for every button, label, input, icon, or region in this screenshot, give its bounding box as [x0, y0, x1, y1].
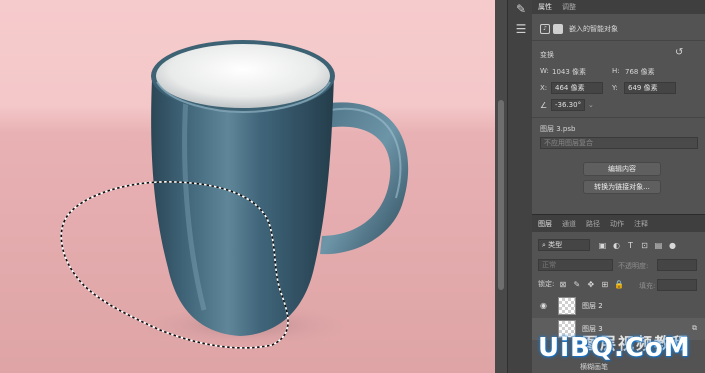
- properties-tabs: 属性 调整: [532, 0, 705, 14]
- mug-image: [60, 40, 409, 349]
- brush-icon[interactable]: ✎: [512, 0, 530, 18]
- type-filter-icon[interactable]: T: [626, 241, 635, 250]
- properties-panel: 属性 调整 ♪ 嵌入的智能对象 变换 ↺ W: 1043 像素 H: 768 像…: [532, 0, 705, 212]
- filter-kind-select[interactable]: ⌕ 类型: [538, 239, 590, 251]
- tab-channels[interactable]: 通道: [562, 219, 576, 229]
- layers-tabs: 图层 通道 路径 动作 注释: [532, 215, 705, 232]
- smart-filter-icon[interactable]: ▤: [654, 241, 663, 250]
- lock-artboard-icon[interactable]: ⊞: [600, 280, 609, 289]
- transform-title: 变换: [540, 51, 554, 59]
- panel-tool-column: ✎ ☰: [507, 0, 532, 373]
- fill-label: 填充:: [639, 282, 656, 290]
- width-value[interactable]: 1043 像素: [552, 67, 586, 77]
- tab-properties[interactable]: 属性: [538, 2, 552, 12]
- y-label: Y:: [612, 84, 618, 92]
- width-label: W:: [540, 67, 549, 75]
- layer-comp-select[interactable]: 不应用图层复合: [540, 137, 698, 149]
- lock-position-icon[interactable]: ✥: [586, 280, 595, 289]
- lock-row: 锁定: ⊠ ✎ ✥ ⊞ 🔒: [538, 279, 628, 289]
- adjustment-filter-icon[interactable]: ◐: [612, 241, 621, 250]
- angle-dropdown-icon[interactable]: ⌄: [588, 101, 594, 109]
- convert-to-linked-button[interactable]: 转换为链接对象...: [583, 180, 661, 194]
- angle-icon: ∠: [540, 101, 548, 110]
- adjust-sliders-icon[interactable]: ☰: [512, 20, 530, 38]
- height-value[interactable]: 768 像素: [625, 67, 655, 77]
- mask-icon: [553, 24, 563, 34]
- layer-filter-row: ⌕ 类型 ▣ ◐ T ⊡ ▤ ●: [538, 239, 682, 251]
- document-canvas[interactable]: [0, 0, 495, 373]
- x-position-field[interactable]: 464 像素: [551, 82, 603, 94]
- opacity-label: 不透明度:: [618, 262, 649, 270]
- smart-object-badge-icon: ⧉: [692, 324, 697, 332]
- linked-file-name: 图层 3.psb: [540, 125, 576, 133]
- smart-object-type-label: 嵌入的智能对象: [569, 25, 618, 33]
- angle-field[interactable]: -36.30°: [551, 99, 585, 111]
- smart-object-type-row: ♪ 嵌入的智能对象: [540, 24, 618, 34]
- shape-filter-icon[interactable]: ⊡: [640, 241, 649, 250]
- height-label: H:: [612, 67, 620, 75]
- tab-adjustments[interactable]: 调整: [562, 2, 576, 12]
- lock-transparent-icon[interactable]: ⊠: [558, 280, 567, 289]
- watermark-logo: UiBQ.CoM: [538, 333, 691, 363]
- edit-contents-button[interactable]: 编辑内容: [583, 162, 661, 176]
- x-label: X:: [540, 84, 548, 92]
- layer-thumbnail: [558, 297, 576, 315]
- lock-all-icon[interactable]: 🔒: [614, 280, 624, 289]
- reset-transform-icon[interactable]: ↺: [675, 47, 683, 58]
- lock-pixels-icon[interactable]: ✎: [572, 280, 581, 289]
- y-position-field[interactable]: 649 像素: [624, 82, 676, 94]
- lock-label: 锁定:: [538, 280, 555, 288]
- tab-paths[interactable]: 路径: [586, 219, 600, 229]
- layer-row[interactable]: ◉ 图层 2: [532, 295, 705, 317]
- tab-actions[interactable]: 动作: [610, 219, 624, 229]
- filter-sub-label: 横糊画笔: [580, 363, 608, 371]
- layer-name[interactable]: 图层 2: [582, 301, 603, 311]
- filter-toggle-icon[interactable]: ●: [668, 241, 677, 250]
- fill-field[interactable]: [657, 279, 697, 291]
- pixel-filter-icon[interactable]: ▣: [598, 241, 607, 250]
- tab-layers[interactable]: 图层: [538, 219, 552, 229]
- smart-object-icon: ♪: [540, 24, 550, 34]
- tab-notes[interactable]: 注释: [634, 219, 648, 229]
- scrollbar-thumb[interactable]: [498, 100, 504, 290]
- opacity-field[interactable]: [657, 259, 697, 271]
- blend-mode-select[interactable]: 正常: [538, 259, 613, 271]
- visibility-eye-icon[interactable]: ◉: [540, 301, 547, 310]
